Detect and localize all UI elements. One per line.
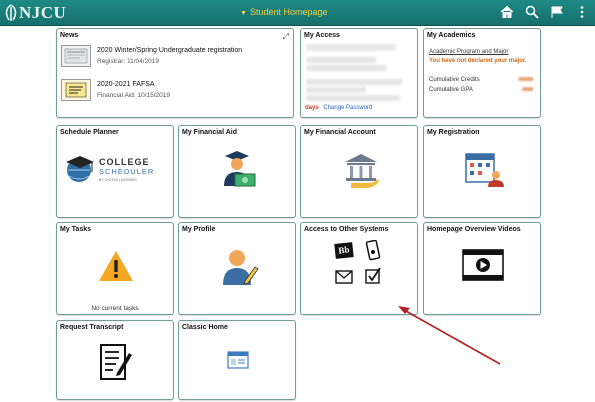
tile-title: My Tasks	[60, 226, 91, 233]
tile-title: Request Transcript	[60, 324, 124, 331]
tiles-area: News ⤢ 2020 Winter/Spring Undergraduate …	[0, 26, 595, 402]
tile-title: My Financial Account	[304, 129, 376, 136]
credits-label: Cumulative Credits	[429, 77, 480, 83]
blackboard-icon[interactable]: Bb	[334, 242, 354, 259]
news-detail: Registrar: 11/04/2019	[97, 58, 160, 65]
warning-icon	[99, 251, 133, 281]
credits-value-redacted: ■■■■	[518, 77, 534, 83]
tile-title: News	[60, 32, 79, 39]
access-footer: days Change Password	[305, 105, 372, 111]
njcu-logo-icon	[5, 4, 17, 21]
njcu-logo[interactable]: NJCU	[4, 3, 66, 23]
tile-title: Homepage Overview Videos	[427, 226, 521, 233]
tile-my-academics[interactable]: My Academics Academic Program and Major …	[423, 28, 541, 118]
logo-line1: COLLEGE	[99, 157, 150, 167]
tile-access-other-systems[interactable]: Access to Other Systems Bb	[300, 222, 418, 315]
news-headline: 2020 Winter/Spring Undergraduate registr…	[97, 47, 243, 54]
bank-hand-icon	[345, 154, 379, 188]
cumulative-credits-row: Cumulative Credits ■■■■	[429, 77, 537, 83]
expand-icon[interactable]: ⤢	[283, 32, 289, 42]
window-icon	[227, 351, 249, 369]
tile-my-tasks[interactable]: My Tasks No current tasks	[56, 222, 174, 315]
page-title: Student Homepage	[249, 7, 328, 17]
days-label: days	[305, 105, 319, 111]
tile-news[interactable]: News ⤢ 2020 Winter/Spring Undergraduate …	[56, 28, 294, 118]
news-thumbnail	[61, 45, 91, 67]
logo-line2: SCHEDULER	[99, 167, 155, 176]
tile-schedule-planner[interactable]: Schedule Planner COLLEGE SCHEDULER BY CI…	[56, 125, 174, 218]
home-icon[interactable]	[500, 5, 514, 19]
flag-icon[interactable]	[550, 5, 564, 19]
tile-title: Schedule Planner	[60, 129, 119, 136]
tile-my-financial-account[interactable]: My Financial Account	[300, 125, 418, 218]
logo-text: NJCU	[19, 3, 67, 22]
tile-homepage-videos[interactable]: Homepage Overview Videos	[423, 222, 541, 315]
profile-edit-icon	[223, 250, 259, 285]
access-redacted-info	[306, 44, 406, 101]
tile-title: My Financial Aid	[182, 129, 237, 136]
cumulative-gpa-row: Cumulative GPA ■■■	[429, 87, 537, 93]
tile-request-transcript[interactable]: Request Transcript	[56, 320, 174, 400]
tile-title: Classic Home	[182, 324, 228, 331]
tile-title: My Access	[304, 32, 340, 39]
more-icon[interactable]	[575, 5, 589, 19]
news-headline: 2020-2021 FAFSA	[97, 81, 155, 88]
tile-my-registration[interactable]: My Registration	[423, 125, 541, 218]
top-banner: NJCU ▼ Student Homepage	[0, 0, 595, 26]
calendar-student-icon	[465, 153, 504, 187]
video-play-icon	[462, 249, 504, 281]
tile-my-access[interactable]: My Access days Change Password	[300, 28, 418, 118]
homepage-selector[interactable]: ▼ Student Homepage	[240, 7, 328, 17]
logo-line3: BY CIVITAS LEARNING	[99, 178, 137, 182]
caret-down-icon: ▼	[240, 10, 247, 17]
tile-title: My Registration	[427, 129, 480, 136]
news-detail: Financial Aid: 10/15/2019	[97, 92, 170, 99]
tile-title: Access to Other Systems	[304, 226, 389, 233]
news-thumbnail	[61, 79, 91, 101]
search-icon[interactable]	[525, 5, 539, 19]
scheduler-logo-text: COLLEGE SCHEDULER BY CIVITAS LEARNING	[99, 158, 154, 185]
change-password-link[interactable]: Change Password	[323, 105, 372, 111]
tile-my-profile[interactable]: My Profile	[178, 222, 296, 315]
tile-title: My Academics	[427, 32, 476, 39]
major-warning: You have not declared your major.	[429, 58, 527, 64]
tile-classic-home[interactable]: Classic Home	[178, 320, 296, 400]
tile-my-financial-aid[interactable]: My Financial Aid	[178, 125, 296, 218]
academic-program-link[interactable]: Academic Program and Major	[429, 49, 508, 55]
email-icon[interactable]	[335, 270, 353, 284]
graduate-money-icon	[224, 151, 256, 187]
tile-title: My Profile	[182, 226, 216, 233]
gpa-value-redacted: ■■■	[522, 87, 533, 93]
no-tasks-text: No current tasks	[91, 305, 139, 312]
mobile-phone-icon[interactable]	[365, 240, 381, 262]
top-icons	[500, 5, 589, 19]
news-item[interactable]: 2020-2021 FAFSA Financial Aid: 10/15/201…	[61, 79, 170, 101]
document-edit-icon	[100, 344, 132, 380]
checkbox-icon[interactable]	[365, 267, 381, 285]
news-item[interactable]: 2020 Winter/Spring Undergraduate registr…	[61, 45, 242, 67]
gpa-label: Cumulative GPA	[429, 87, 473, 93]
